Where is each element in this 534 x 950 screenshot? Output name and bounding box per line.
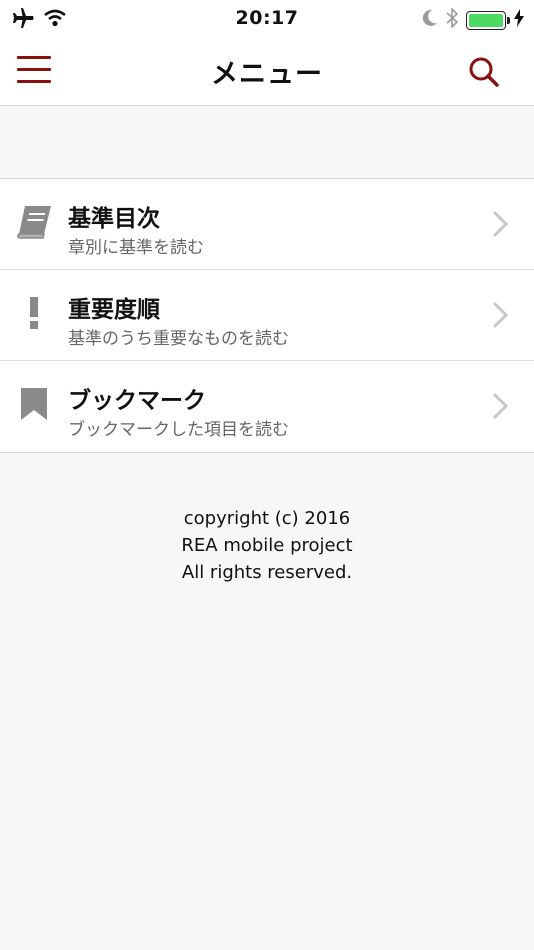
book-icon: [14, 201, 54, 243]
menu-item-subtitle: 章別に基準を読む: [68, 238, 204, 258]
charging-icon: [514, 9, 524, 31]
menu-item-bookmarks[interactable]: ブックマーク ブックマークした項目を読む: [0, 361, 534, 452]
bookmark-icon: [14, 383, 54, 425]
search-button[interactable]: [468, 56, 500, 88]
project-name-line: REA mobile project: [181, 535, 353, 556]
copyright-line: copyright (c) 2016: [183, 508, 351, 529]
bluetooth-icon: [446, 7, 459, 32]
moon-icon: [422, 9, 438, 31]
exclamation-icon: [14, 292, 54, 334]
rights-line: All rights reserved.: [181, 562, 353, 583]
chevron-right-icon: [492, 392, 508, 420]
battery-icon: [466, 10, 510, 30]
menu-item-importance[interactable]: 重要度順 基準のうち重要なものを読む: [0, 270, 534, 361]
search-icon: [469, 57, 499, 87]
menu-item-contents[interactable]: 基準目次 章別に基準を読む: [0, 179, 534, 270]
navigation-bar: メニュー: [0, 38, 534, 106]
copyright-footer: copyright (c) 2016 REA mobile project Al…: [0, 505, 534, 586]
menu-list: 基準目次 章別に基準を読む 重要度順 基準のうち重要なものを読む ブックマーク …: [0, 178, 534, 453]
status-bar: 20:17: [0, 0, 534, 38]
chevron-right-icon: [492, 210, 508, 238]
menu-item-subtitle: ブックマークした項目を読む: [68, 420, 289, 440]
menu-item-subtitle: 基準のうち重要なものを読む: [68, 329, 289, 349]
menu-item-title: 基準目次: [68, 206, 160, 232]
menu-item-title: ブックマーク: [68, 388, 206, 414]
menu-item-title: 重要度順: [68, 297, 160, 323]
chevron-right-icon: [492, 301, 508, 329]
page-title: メニュー: [211, 59, 323, 90]
